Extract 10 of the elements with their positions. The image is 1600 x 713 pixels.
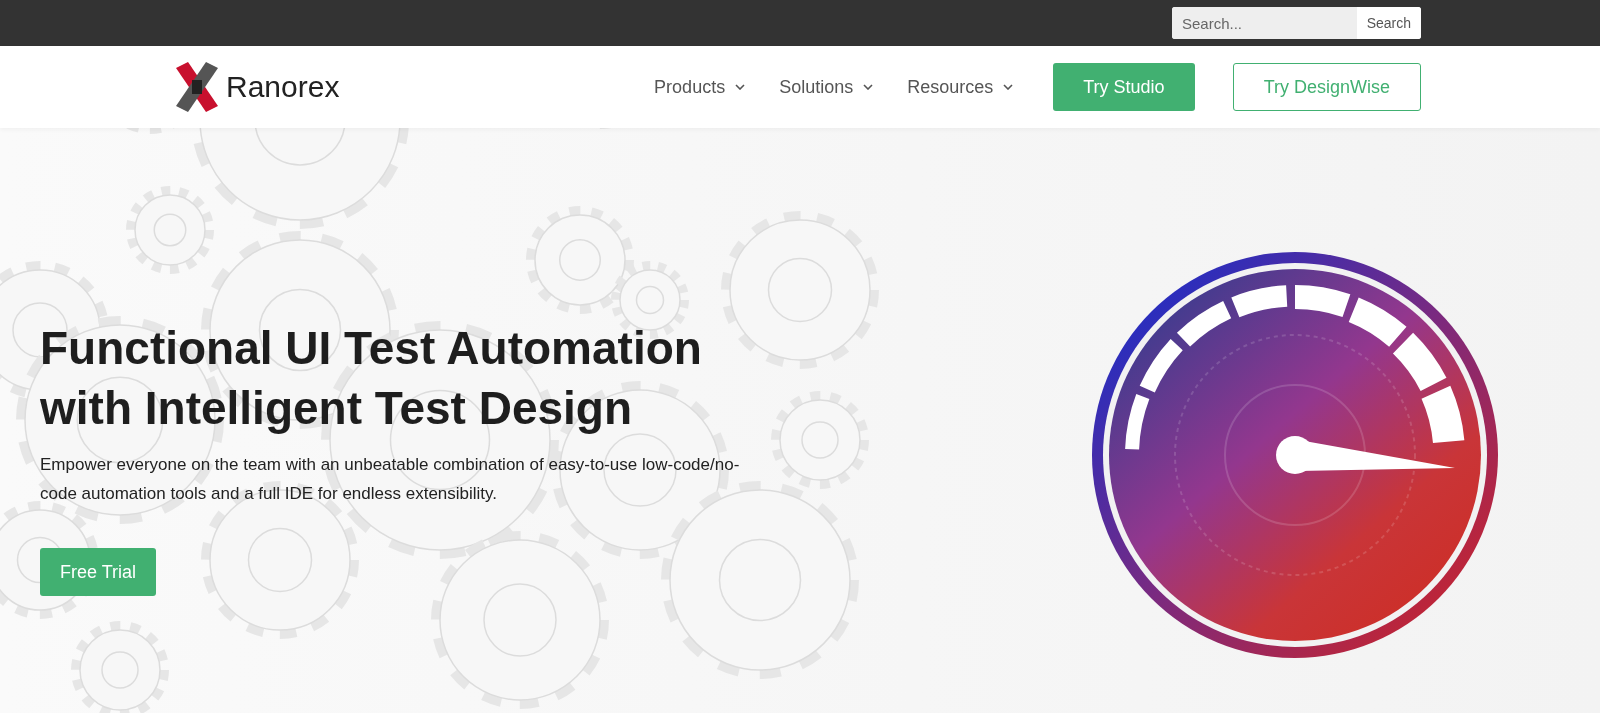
search-field[interactable]: Search... Search: [1172, 7, 1421, 39]
nav-menu-item[interactable]: Products: [654, 76, 746, 98]
nav-menu-item[interactable]: Resources: [907, 76, 1014, 98]
logo[interactable]: Ranorex: [172, 60, 340, 114]
nav-menu-item[interactable]: Solutions: [779, 76, 874, 98]
chevron-down-icon: [735, 84, 746, 90]
hero-description: Empower everyone on the team with an unbeatable combination of easy-to-use low-code/no-code automation tools and a full IDE for endless extensibility.: [40, 454, 741, 505]
hero-heading: Functional UI Test Automation with Intelligent Test Design: [40, 321, 703, 436]
chevron-down-icon: [1003, 84, 1014, 90]
chevron-down-icon: [863, 84, 874, 90]
